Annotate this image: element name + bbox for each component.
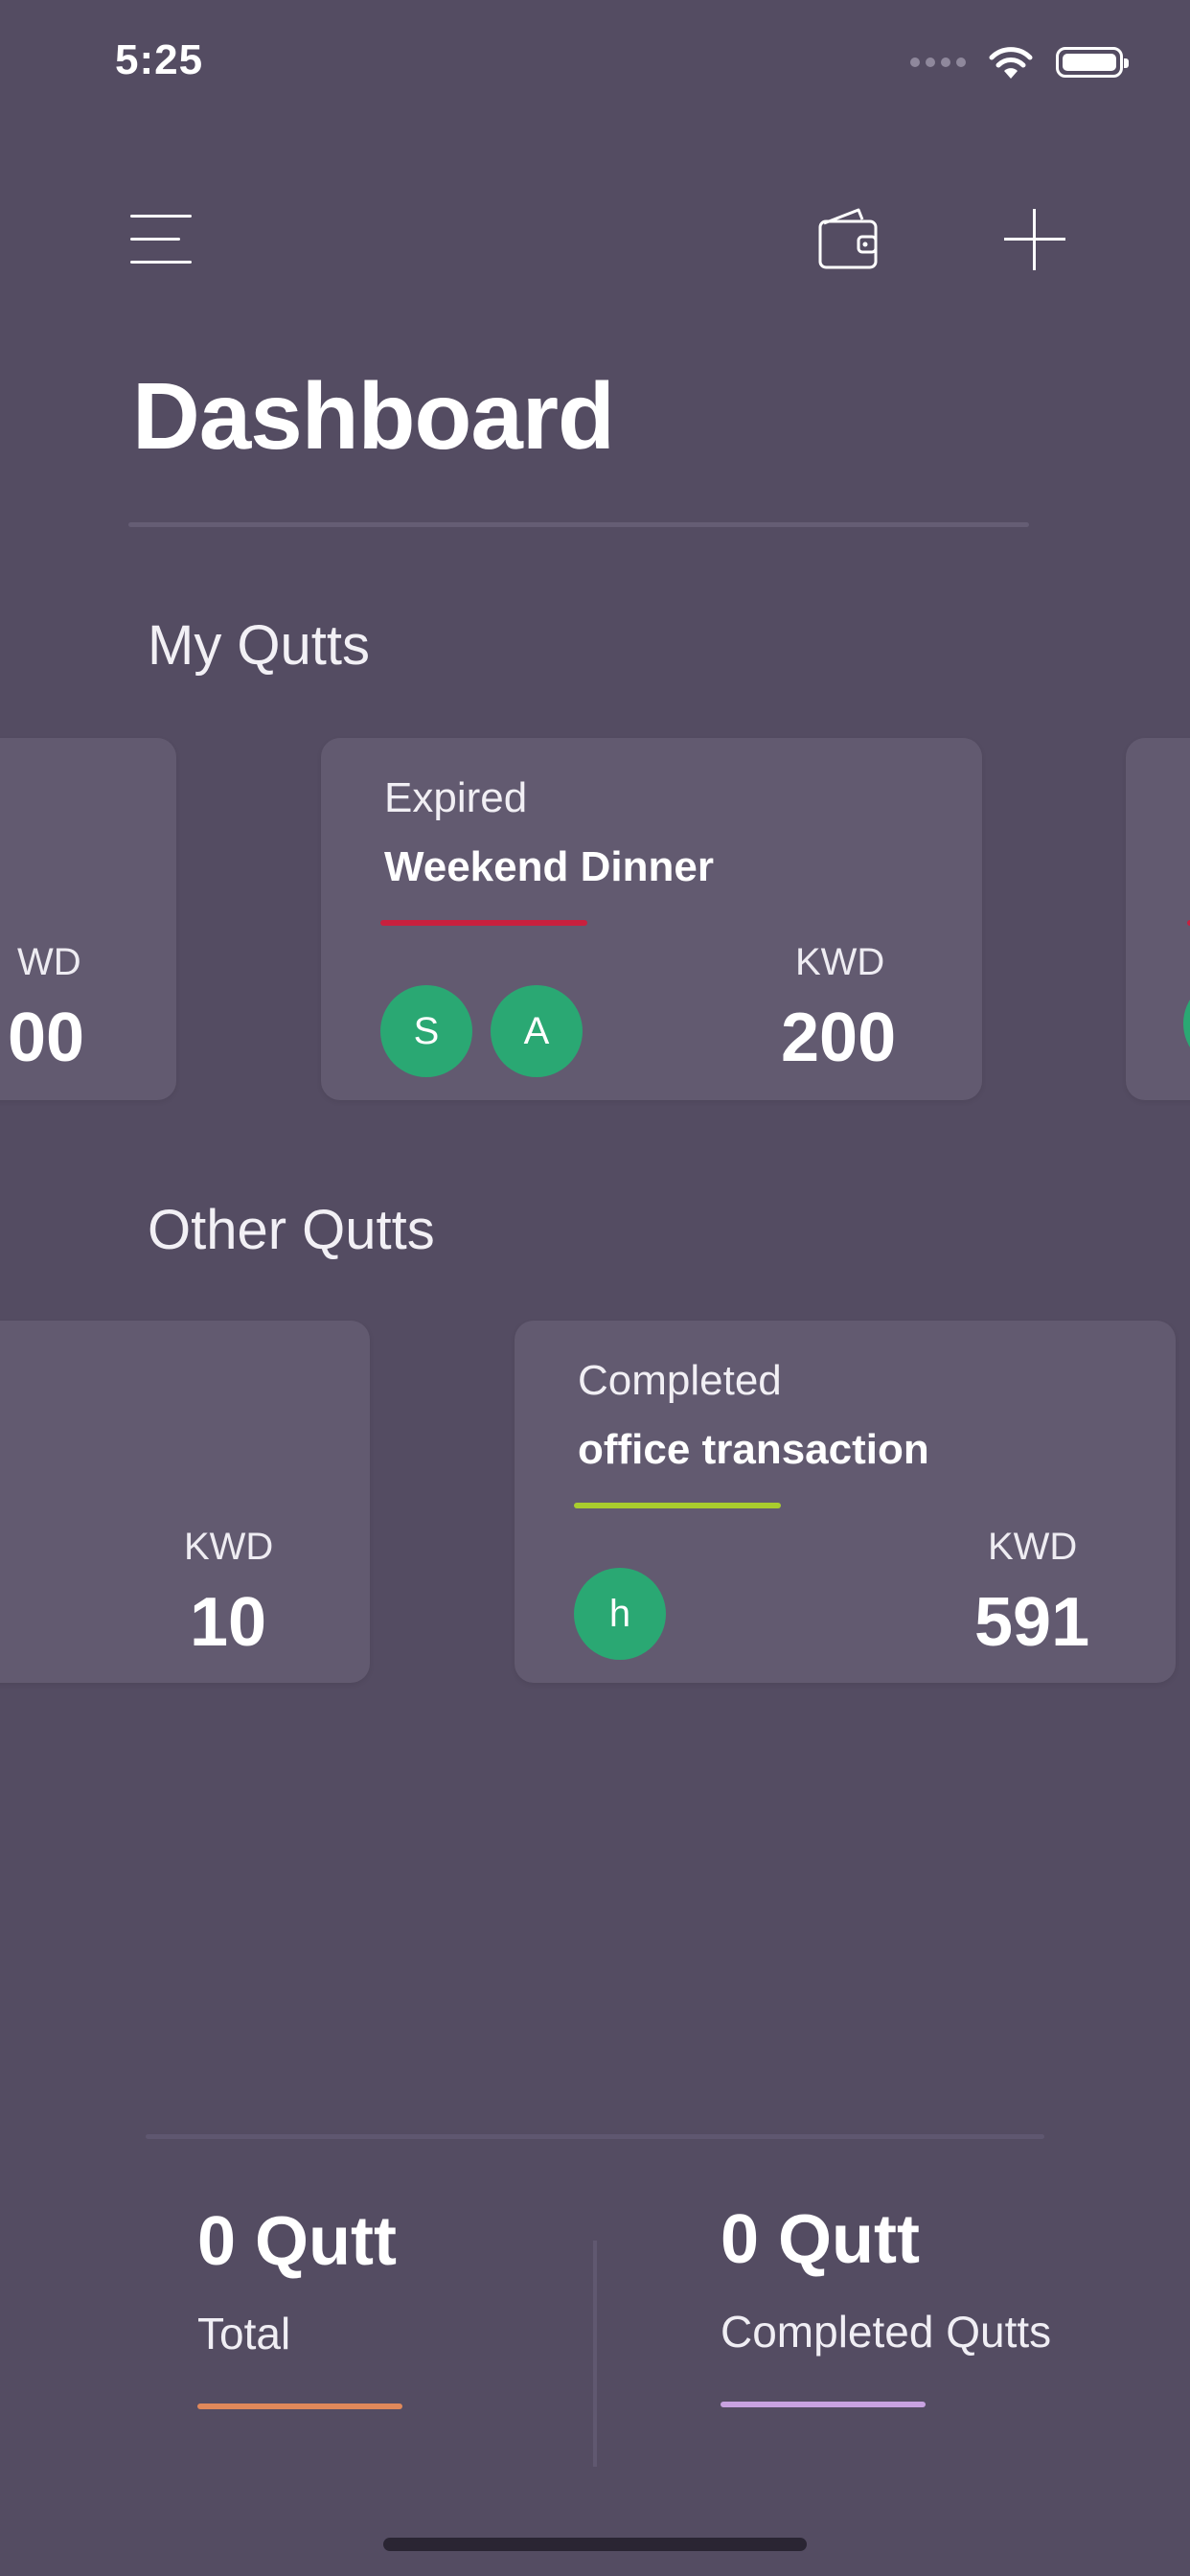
wifi-icon: [989, 47, 1033, 79]
avatar: S: [380, 985, 472, 1077]
hamburger-menu-icon[interactable]: [130, 213, 192, 264]
wallet-icon[interactable]: [816, 206, 880, 271]
card-name: office transaction: [578, 1426, 929, 1473]
status-indicators: [910, 44, 1129, 80]
other-qutts-title: Other Qutts: [148, 1199, 435, 1261]
completed-qutt-value: 0 Qutt: [721, 2201, 920, 2278]
header-divider: [128, 522, 1029, 527]
card-currency: KWD: [184, 1526, 274, 1568]
completed-qutt-label: Completed Qutts: [721, 2307, 1052, 2357]
card-currency: KWD: [988, 1526, 1078, 1568]
total-qutt-value: 0 Qutt: [197, 2203, 397, 2280]
my-qutts-title: My Qutts: [148, 614, 371, 677]
card-status: Completed: [578, 1357, 782, 1404]
card-currency: WD: [17, 941, 81, 983]
page-title: Dashboard: [132, 363, 615, 469]
battery-icon: [1056, 47, 1129, 78]
card-amount: 591: [974, 1584, 1090, 1661]
home-indicator[interactable]: [383, 2538, 807, 2551]
other-qutt-card-partial-left[interactable]: KWD 10: [0, 1321, 370, 1683]
card-amount: 200: [781, 1000, 897, 1076]
avatar: h: [574, 1568, 666, 1660]
card-status-line: [380, 920, 587, 926]
card-amount: 00: [8, 1000, 85, 1076]
other-qutt-card-office-transaction[interactable]: Completed office transaction h KWD 591: [515, 1321, 1176, 1683]
my-qutt-card-weekend-dinner[interactable]: Expired Weekend Dinner S A KWD 200: [321, 738, 982, 1100]
card-amount: 10: [190, 1584, 267, 1661]
my-qutt-card-partial-left[interactable]: WD 00: [0, 738, 176, 1100]
card-status-line: [574, 1503, 781, 1508]
card-currency: KWD: [795, 941, 885, 983]
avatar: [1183, 978, 1190, 1070]
summary-vertical-divider: [593, 2241, 597, 2467]
card-status: Expired: [384, 774, 528, 821]
avatar: A: [491, 985, 583, 1077]
status-time: 5:25: [115, 36, 204, 83]
total-qutt-label: Total: [197, 2309, 291, 2358]
cellular-signal-icon: [910, 58, 966, 67]
my-qutt-card-partial-right[interactable]: [1126, 738, 1190, 1100]
summary-divider: [146, 2134, 1044, 2139]
completed-accent-line: [721, 2402, 926, 2407]
add-qutt-button[interactable]: [1004, 209, 1065, 270]
card-name: Weekend Dinner: [384, 843, 714, 890]
total-accent-line: [197, 2404, 402, 2409]
